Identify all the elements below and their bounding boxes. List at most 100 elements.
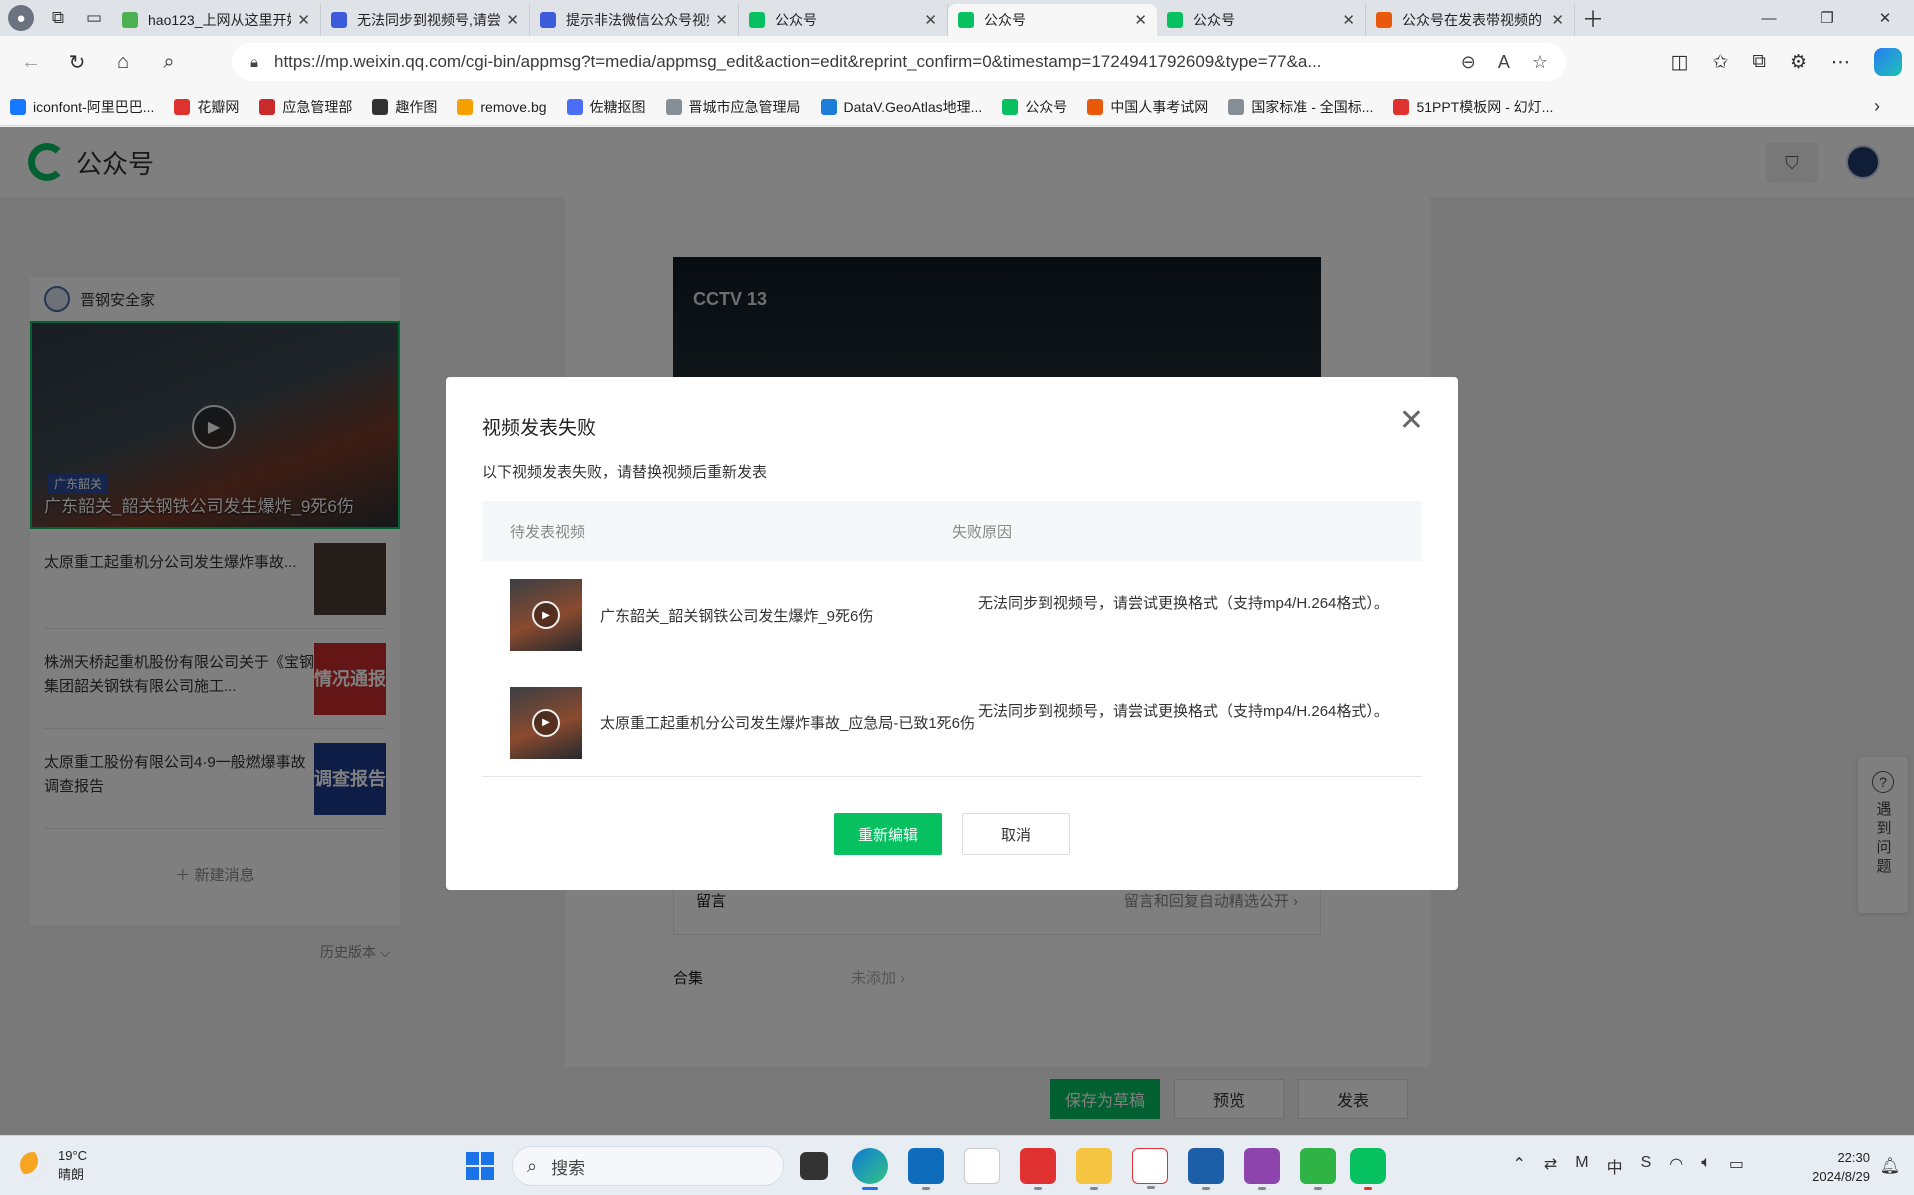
bookmark-favicon-icon: [1393, 98, 1410, 115]
url-field[interactable]: 🔒︎ https://mp.weixin.qq.com/cgi-bin/appm…: [232, 43, 1566, 81]
restore-icon[interactable]: ❐: [1798, 0, 1856, 36]
tab-close-icon[interactable]: ✕: [924, 11, 937, 29]
tab-close-icon[interactable]: ✕: [1342, 11, 1355, 29]
wps-icon[interactable]: [1132, 1148, 1168, 1189]
tray-m-icon[interactable]: M: [1575, 1154, 1588, 1178]
bookmark-item[interactable]: 应急管理部: [259, 97, 352, 117]
temperature: 19°C: [58, 1148, 88, 1163]
table-header: 待发表视频 失败原因: [482, 501, 1422, 561]
tab-close-icon[interactable]: ✕: [715, 11, 728, 29]
workspaces-icon[interactable]: ⧉: [40, 0, 76, 36]
tab-close-icon[interactable]: ✕: [297, 11, 310, 29]
app-blue-icon[interactable]: [1188, 1148, 1224, 1190]
windows-taskbar: 19°C 晴朗 ⌕ 搜索 ⌃ ⇄ M 中 S ◠ 🔈︎ ▭ 22:30 2024…: [0, 1135, 1914, 1195]
browser-tab-bar: ● ⧉ ▭ hao123_上网从这里开始 ✕ 无法同步到视频号,请尝试 ✕ 提示非法微信…: [0, 0, 1914, 36]
more-menu-icon[interactable]: ⋯: [1831, 51, 1850, 74]
weather-widget[interactable]: 19°C 晴朗: [20, 1146, 87, 1184]
bookmark-item[interactable]: 国家标准 - 全国标...: [1228, 97, 1373, 117]
bookmark-label: DataV.GeoAtlas地理...: [843, 98, 983, 115]
video-thumbnail[interactable]: ▶: [510, 579, 582, 651]
tab-title: 公众号: [775, 12, 817, 28]
fail-reason: 无法同步到视频号，请尝试更换格式（支持mp4/H.264格式）。: [978, 595, 1389, 612]
bookmark-label: 花瓣网: [197, 98, 240, 115]
lock-icon[interactable]: 🔒︎: [250, 54, 258, 71]
tab-close-icon[interactable]: ✕: [1134, 11, 1147, 29]
app-m-icon[interactable]: [964, 1148, 1000, 1184]
winrar-icon[interactable]: [1244, 1148, 1280, 1190]
bookmark-item[interactable]: 51PPT模板网 - 幻灯...: [1393, 97, 1553, 117]
taskbar-search[interactable]: ⌕ 搜索: [512, 1146, 784, 1186]
collections-icon[interactable]: ⧉: [1752, 51, 1766, 73]
bookmark-item[interactable]: DataV.GeoAtlas地理...: [820, 97, 983, 117]
reedit-button[interactable]: 重新编辑: [834, 813, 942, 855]
profile-icon[interactable]: ●: [8, 5, 34, 31]
split-screen-icon[interactable]: ◫: [1671, 51, 1689, 74]
tab-favicon-icon: [1167, 12, 1183, 28]
video-thumbnail[interactable]: ▶: [510, 686, 582, 759]
chevron-up-icon[interactable]: ⌃: [1512, 1154, 1525, 1178]
wechat-icon[interactable]: [1350, 1148, 1386, 1190]
bookmark-item[interactable]: 中国人事考试网: [1087, 97, 1208, 117]
bookmark-item[interactable]: 晋城市应急管理局: [665, 97, 801, 117]
close-window-icon[interactable]: ✕: [1856, 0, 1914, 36]
clock[interactable]: 22:30 2024/8/29: [1812, 1148, 1870, 1186]
tab-title: hao123_上网从这里开始: [148, 12, 292, 28]
bookmark-label: 51PPT模板网 - 幻灯...: [1416, 98, 1554, 115]
weather-condition: 晴朗: [58, 1167, 85, 1182]
failed-video-table: 待发表视频 失败原因 ▶ 广东韶关_韶关钢铁公司发生爆炸_9死6伤 无法同步到视频号…: [482, 501, 1422, 777]
battery-icon[interactable]: ▭: [1729, 1154, 1744, 1178]
home-icon[interactable]: ⌂: [100, 42, 146, 82]
windows-start-icon[interactable]: [466, 1152, 494, 1180]
sogou-icon[interactable]: S: [1641, 1154, 1652, 1178]
bookmark-item[interactable]: 佐糖抠图: [566, 97, 646, 117]
browser-tab[interactable]: 公众号 ✕: [948, 4, 1157, 36]
browser-tab[interactable]: 无法同步到视频号,请尝试 ✕: [321, 4, 530, 36]
tray-app-icon[interactable]: ⇄: [1544, 1154, 1557, 1178]
browser-tab[interactable]: 公众号 ✕: [739, 4, 948, 36]
task-view-icon[interactable]: [800, 1152, 828, 1180]
minimize-icon[interactable]: —: [1740, 0, 1798, 36]
bookmark-item[interactable]: 公众号: [1002, 97, 1067, 117]
tab-title: 公众号: [1193, 12, 1235, 28]
favorites-icon[interactable]: ✩: [1712, 51, 1728, 74]
favorite-star-icon[interactable]: ☆: [1532, 52, 1548, 73]
screen-app-icon[interactable]: [1300, 1148, 1336, 1190]
bookmark-item[interactable]: 趣作图: [372, 97, 437, 117]
tab-favicon-icon: [122, 12, 138, 28]
file-explorer-icon[interactable]: [1076, 1148, 1112, 1190]
search-icon: ⌕: [527, 1155, 538, 1176]
tab-actions-icon[interactable]: ▭: [76, 0, 112, 36]
refresh-icon[interactable]: ↻: [54, 42, 100, 82]
back-icon[interactable]: ←: [8, 42, 54, 82]
bookmark-item[interactable]: iconfont-阿里巴巴...: [10, 97, 154, 117]
tab-close-icon[interactable]: ✕: [506, 11, 519, 29]
bookmark-favicon-icon: [820, 98, 837, 115]
tab-close-icon[interactable]: ✕: [1551, 11, 1564, 29]
bookmarks-more-icon[interactable]: ›: [1874, 96, 1880, 117]
zoom-icon[interactable]: ⊖: [1461, 52, 1476, 73]
volume-icon[interactable]: 🔈︎: [1701, 1154, 1711, 1178]
huawei-icon[interactable]: [1020, 1148, 1056, 1190]
edge-icon[interactable]: [852, 1148, 888, 1190]
cancel-button[interactable]: 取消: [962, 813, 1070, 855]
store-icon[interactable]: [908, 1148, 944, 1190]
tab-favicon-icon: [749, 12, 765, 28]
bookmark-favicon-icon: [1087, 98, 1104, 115]
browser-tab[interactable]: 公众号在发表带视频的 ✕: [1366, 4, 1575, 36]
browser-tab[interactable]: 公众号 ✕: [1157, 4, 1366, 36]
ime-icon[interactable]: 中: [1607, 1154, 1623, 1178]
search-icon[interactable]: ⌕: [146, 42, 192, 82]
close-icon[interactable]: ✕: [1399, 403, 1424, 438]
bookmark-item[interactable]: remove.bg: [457, 97, 547, 117]
bookmark-favicon-icon: [259, 98, 276, 115]
video-name: 太原重工起重机分公司发生爆炸事故_应急局-已致1死6伤: [600, 715, 976, 732]
new-tab-button[interactable]: ＋: [1575, 2, 1611, 34]
browser-tab[interactable]: 提示非法微信公众号视频 ✕: [530, 4, 739, 36]
bookmark-item[interactable]: 花瓣网: [174, 97, 239, 117]
wifi-icon[interactable]: ◠: [1669, 1154, 1683, 1178]
read-aloud-icon[interactable]: A: [1498, 52, 1510, 73]
browser-tab[interactable]: hao123_上网从这里开始 ✕: [112, 4, 321, 36]
extensions-icon[interactable]: ⚙: [1790, 51, 1807, 74]
notification-bell-icon[interactable]: 🔔︎: [1880, 1156, 1900, 1176]
copilot-icon[interactable]: [1874, 48, 1902, 76]
